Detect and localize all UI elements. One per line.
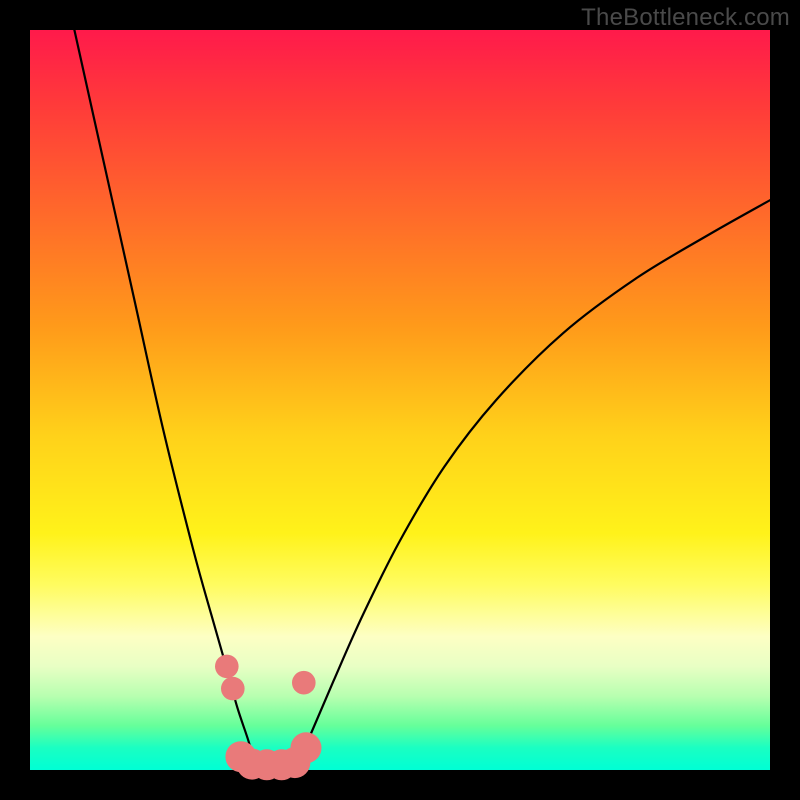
chart-overlay xyxy=(30,30,770,770)
watermark-text: TheBottleneck.com xyxy=(581,4,790,32)
valley-marker xyxy=(221,677,245,701)
marker-group xyxy=(215,655,322,781)
valley-marker xyxy=(292,671,316,695)
chart-frame: TheBottleneck.com xyxy=(0,0,800,800)
curve-right xyxy=(296,200,770,766)
valley-marker xyxy=(215,655,239,679)
valley-marker xyxy=(291,732,322,763)
curve-group xyxy=(74,30,770,766)
